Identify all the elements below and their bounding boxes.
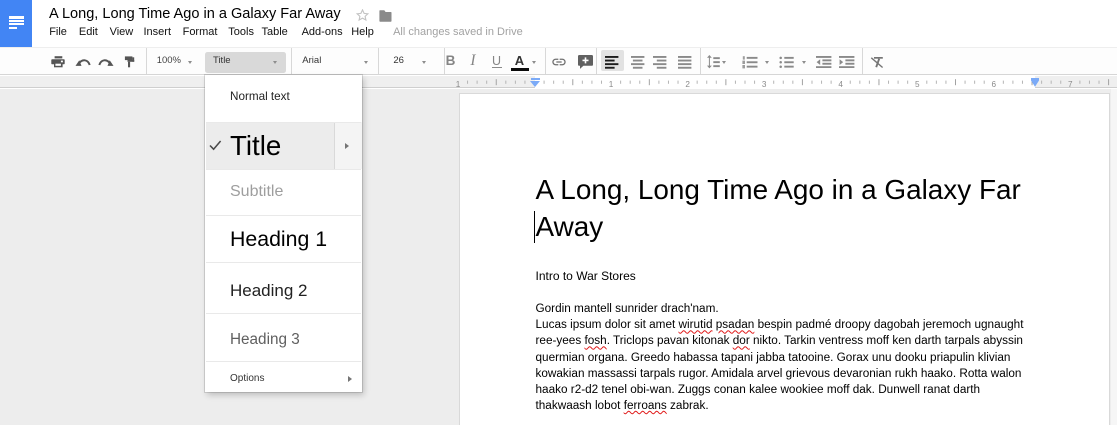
svg-text:6: 6 — [991, 80, 996, 88]
svg-text:7: 7 — [1068, 80, 1073, 88]
svg-text:1: 1 — [609, 80, 614, 88]
svg-text:4: 4 — [838, 80, 843, 88]
svg-text:3: 3 — [762, 80, 767, 88]
svg-text:2: 2 — [685, 80, 690, 88]
svg-text:5: 5 — [915, 80, 920, 88]
svg-text:1: 1 — [456, 80, 461, 88]
